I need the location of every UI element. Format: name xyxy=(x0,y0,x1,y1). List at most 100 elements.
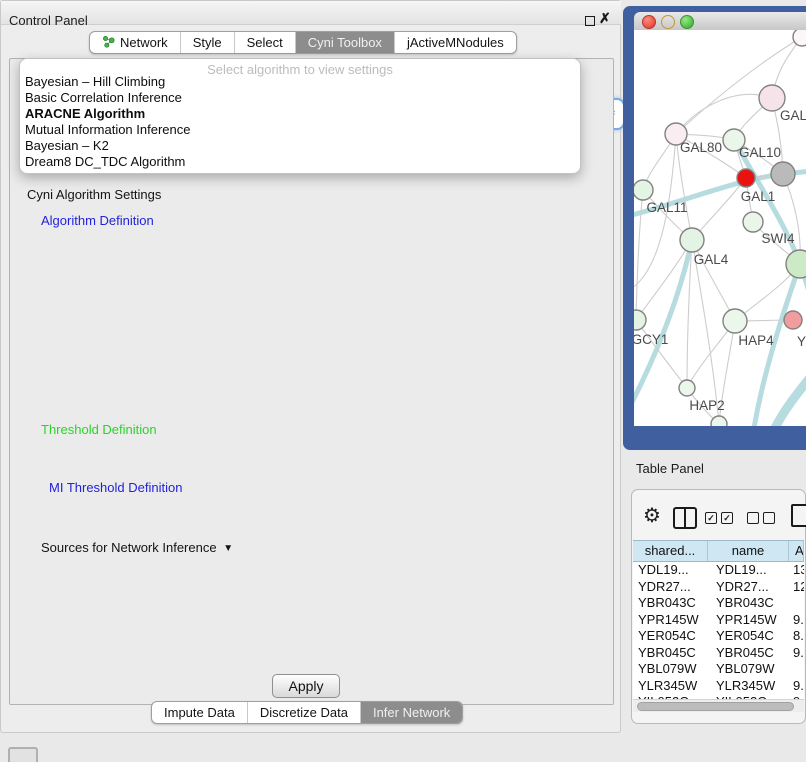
dropdown-item-bayesian-k2[interactable]: Bayesian – K2 xyxy=(25,138,109,153)
node-label: GCY1 xyxy=(634,332,668,347)
node-attribute-table: shared... name A YDL19... YDL19... 13 YD… xyxy=(633,540,804,699)
tab-style[interactable]: Style xyxy=(181,32,235,53)
cell-shared-name: YBR043C xyxy=(633,595,707,612)
cyni-algorithm-settings-title: Cyni Algorithm Settings xyxy=(23,187,165,202)
control-panel-titlebar[interactable]: Control Panel ✗ xyxy=(1,1,621,25)
cell-name: YBL079W xyxy=(707,661,787,678)
node-label: HAP2 xyxy=(689,398,724,413)
select-all-checkbox-icon[interactable]: ✓ xyxy=(705,512,717,524)
minimize-button[interactable] xyxy=(661,15,675,29)
node-label: GAL4 xyxy=(694,252,729,267)
sources-title-label: Sources for Network Inference xyxy=(41,540,217,555)
deselect-all-checkbox-icon[interactable] xyxy=(763,512,775,524)
column-header-shared-name[interactable]: shared... xyxy=(633,541,708,561)
tab-infer-network[interactable]: Infer Network xyxy=(361,702,462,723)
node[interactable] xyxy=(711,416,727,426)
tab-select[interactable]: Select xyxy=(235,32,296,53)
minimized-panel-button[interactable] xyxy=(8,747,38,762)
table-row[interactable]: YER054C YER054C 8. xyxy=(633,628,804,645)
table-row[interactable]: YBL079W YBL079W xyxy=(633,661,804,678)
split-columns-icon[interactable] xyxy=(673,507,697,529)
node-gal11[interactable] xyxy=(634,180,653,200)
dropdown-item-aracne-algorithm[interactable]: ARACNE Algorithm xyxy=(25,106,145,121)
node-gcy1[interactable] xyxy=(634,310,646,330)
tab-jactivemnodules-label: jActiveMNodules xyxy=(407,35,504,50)
edge[interactable] xyxy=(676,94,772,134)
table-row[interactable]: YBR043C YBR043C xyxy=(633,595,804,612)
cell-shared-name: YDR27... xyxy=(633,579,707,596)
select-all-checkbox-icon[interactable]: ✓ xyxy=(721,512,733,524)
table-panel-title: Table Panel xyxy=(636,461,704,476)
table-row[interactable]: YDL19... YDL19... 13 xyxy=(633,562,804,579)
gear-icon[interactable]: ⚙ xyxy=(643,503,661,528)
deselect-all-checkbox-icon[interactable] xyxy=(747,512,759,524)
expanded-arrow-icon: ▼ xyxy=(223,543,233,554)
node-label: GAL2 xyxy=(780,108,806,123)
tab-network[interactable]: Network xyxy=(90,32,181,53)
float-window-icon[interactable] xyxy=(585,16,595,26)
cell-shared-name: YBL079W xyxy=(633,661,707,678)
network-graph: GAL2 GAL80 GAL10 GAL1 GAL11 GAL4 SWI4 GC… xyxy=(634,30,806,426)
node[interactable] xyxy=(771,162,795,186)
table-row[interactable]: YDR27... YDR27... 12 xyxy=(633,579,804,596)
cell-name: YDL19... xyxy=(707,562,787,579)
screen: Control Panel ✗ Network Style xyxy=(0,0,806,762)
tab-cyni-toolbox-label: Cyni Toolbox xyxy=(308,35,382,50)
close-panel-icon[interactable]: ✗ xyxy=(599,10,611,27)
close-button[interactable] xyxy=(642,15,656,29)
network-canvas[interactable]: GAL2 GAL80 GAL10 GAL1 GAL11 GAL4 SWI4 GC… xyxy=(634,30,806,426)
table-horizontal-scrollbar[interactable] xyxy=(633,699,804,712)
tab-impute-data[interactable]: Impute Data xyxy=(152,702,248,723)
column-header-name[interactable]: name xyxy=(708,541,789,561)
node-label: HAP4 xyxy=(738,333,774,348)
zoom-button[interactable] xyxy=(680,15,694,29)
control-panel-tabbar: Network Style Select Cyni Toolbox jActiv… xyxy=(89,31,517,54)
apply-button[interactable]: Apply xyxy=(272,674,340,698)
network-view-window: GAL2 GAL80 GAL10 GAL1 GAL11 GAL4 SWI4 GC… xyxy=(634,12,806,426)
edge[interactable] xyxy=(774,375,806,426)
node-label: GAL1 xyxy=(741,189,776,204)
tab-style-label: Style xyxy=(193,35,222,50)
control-panel-title: Control Panel xyxy=(9,13,88,28)
network-window-titlebar[interactable] xyxy=(634,12,806,31)
cyni-bottom-tabbar: Impute Data Discretize Data Infer Networ… xyxy=(151,701,463,724)
network-icon xyxy=(102,35,115,51)
cell-shared-name: YLR345W xyxy=(633,678,707,695)
edge[interactable] xyxy=(636,190,643,320)
cell-value xyxy=(787,595,804,612)
tab-infer-network-label: Infer Network xyxy=(373,705,450,720)
table-row[interactable]: YBR045C YBR045C 9. xyxy=(633,645,804,662)
table-horizontal-scrollbar-thumb[interactable] xyxy=(637,702,794,711)
tab-cyni-toolbox[interactable]: Cyni Toolbox xyxy=(296,32,395,53)
dropdown-item-bayesian-hill-climbing[interactable]: Bayesian – Hill Climbing xyxy=(25,74,165,89)
node-label: Y xyxy=(797,334,806,349)
mi-threshold-group-title: MI Threshold Definition xyxy=(45,480,186,495)
node[interactable] xyxy=(793,30,806,46)
algorithm-definition-title: Algorithm Definition xyxy=(37,213,158,228)
column-header-clipped[interactable]: A xyxy=(789,541,804,561)
tab-jactivemnodules[interactable]: jActiveMNodules xyxy=(395,32,516,53)
node-gal1[interactable] xyxy=(737,169,755,187)
cell-value: 9. xyxy=(787,645,804,662)
node-label: GAL11 xyxy=(646,200,687,215)
tab-discretize-data[interactable]: Discretize Data xyxy=(248,702,361,723)
control-panel-window: Control Panel ✗ Network Style xyxy=(0,0,621,733)
dropdown-item-dream8-dc-tdc-algorithm[interactable]: Dream8 DC_TDC Algorithm xyxy=(25,154,185,169)
node[interactable] xyxy=(743,212,763,232)
cell-name: YLR345W xyxy=(707,678,787,695)
node-hap4[interactable] xyxy=(723,309,747,333)
cell-value: 9. xyxy=(787,612,804,629)
node-gal4[interactable] xyxy=(680,228,704,252)
cell-value: 13 xyxy=(787,562,804,579)
node-y[interactable] xyxy=(784,311,802,329)
sources-group-title[interactable]: Sources for Network Inference ▼ xyxy=(37,540,234,555)
dropdown-item-basic-correlation-inference[interactable]: Basic Correlation Inference xyxy=(25,90,182,105)
dropdown-item-mutual-information-inference[interactable]: Mutual Information Inference xyxy=(25,122,190,137)
table-row[interactable]: YPR145W YPR145W 9. xyxy=(633,612,804,629)
cell-shared-name: YER054C xyxy=(633,628,707,645)
node-hap2[interactable] xyxy=(679,380,695,396)
new-table-icon[interactable] xyxy=(791,504,806,527)
node-label: GAL10 xyxy=(739,145,781,160)
tab-network-label: Network xyxy=(120,35,168,50)
table-row[interactable]: YLR345W YLR345W 9. xyxy=(633,678,804,695)
